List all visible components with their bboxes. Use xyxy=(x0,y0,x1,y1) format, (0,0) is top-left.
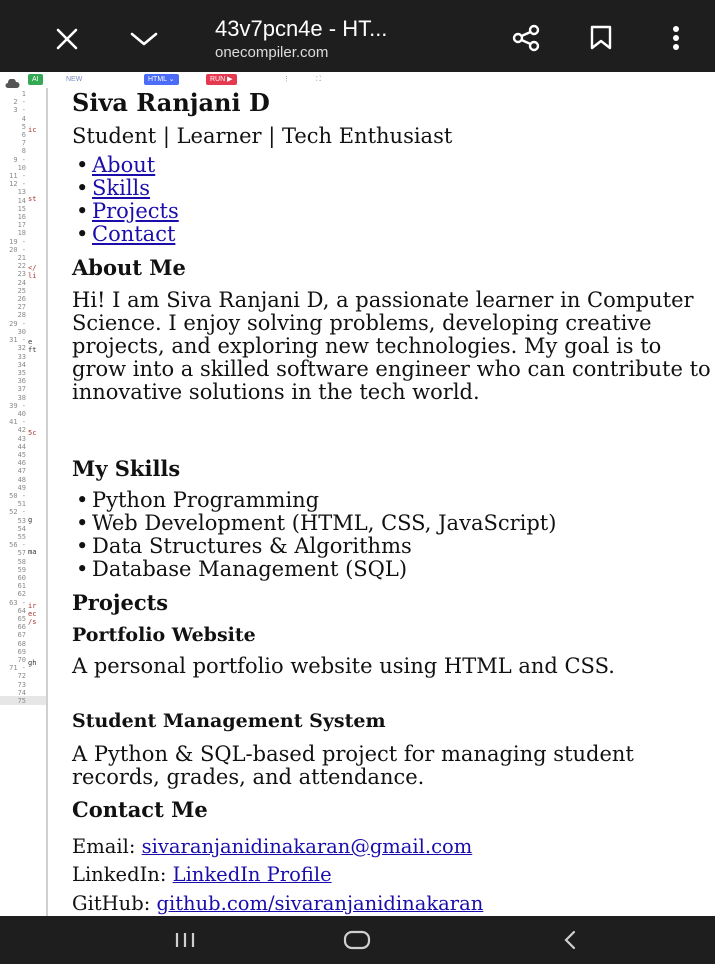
home-icon[interactable] xyxy=(332,916,382,964)
page-title: Siva Ranjani D xyxy=(72,88,270,117)
fullscreen-icon[interactable]: ⛶ xyxy=(316,74,321,85)
recent-apps-icon[interactable] xyxy=(160,916,210,964)
code-fragment: g xyxy=(28,516,33,524)
back-icon[interactable] xyxy=(545,916,595,964)
contact-github: GitHub: github.com/sivaranjanidinakaran xyxy=(72,892,484,915)
new-button[interactable]: NEW xyxy=(66,74,82,85)
editor-toolbar: AI NEW HTML ⌄ RUN ▶ ⋮ ⛶ xyxy=(0,72,715,88)
project-description: A personal portfolio website using HTML … xyxy=(72,654,615,678)
linkedin-link[interactable]: LinkedIn Profile xyxy=(173,863,332,886)
tagline: Student | Learner | Tech Enthusiast xyxy=(72,124,453,148)
code-fragment: ma xyxy=(28,548,37,556)
code-fragment: ic xyxy=(28,126,37,134)
project-description: A Python & SQL-based project for managin… xyxy=(72,742,634,789)
browser-top-bar: 43v7pcn4e - HT... onecompiler.com xyxy=(0,0,715,72)
browser-url[interactable]: onecompiler.com xyxy=(215,44,328,61)
code-fragment: st xyxy=(28,195,37,203)
nav-item: • Skills xyxy=(76,176,151,200)
email-link[interactable]: sivaranjanidinakaran@gmail.com xyxy=(142,835,473,858)
more-icon[interactable]: ⋮ xyxy=(283,74,290,85)
code-fragment: e ft xyxy=(28,338,37,354)
skills-list: • Python Programming • Web Development (HT… xyxy=(76,489,556,581)
project-title: Portfolio Website xyxy=(72,624,256,646)
nav-item: • Contact xyxy=(76,222,176,246)
code-fragment: ir ec/s xyxy=(28,602,37,626)
play-icon: ▶ xyxy=(227,76,233,83)
skill-item: • Data Structures & Algorithms xyxy=(76,534,412,558)
nav-link-about[interactable]: About xyxy=(92,153,155,177)
contact-heading: Contact Me xyxy=(72,797,208,822)
system-nav-bar xyxy=(0,916,715,964)
html-preview[interactable]: Siva Ranjani D Student | Learner | Tech … xyxy=(58,88,715,916)
line-numbers: 1 2 - 3 - 4 5 6 7 8 9 - 10 11 - 12 - 13 … xyxy=(9,90,26,706)
projects-heading: Projects xyxy=(72,590,169,615)
chevron-down-icon[interactable] xyxy=(124,22,164,56)
code-gutter[interactable]: 1 2 - 3 - 4 5 6 7 8 9 - 10 11 - 12 - 13 … xyxy=(0,88,48,916)
nav-link-contact[interactable]: Contact xyxy=(92,222,175,246)
contact-linkedin: LinkedIn: LinkedIn Profile xyxy=(72,863,332,886)
nav-item: • About xyxy=(76,153,156,177)
gutter-divider xyxy=(46,88,48,916)
nav-link-skills[interactable]: Skills xyxy=(92,176,150,200)
code-fragment: 5c xyxy=(28,429,37,437)
nav-link-projects[interactable]: Projects xyxy=(92,199,179,223)
share-icon[interactable] xyxy=(508,20,544,56)
github-link[interactable]: github.com/sivaranjanidinakaran xyxy=(156,892,483,915)
more-vert-icon[interactable] xyxy=(664,20,688,56)
skill-item: • Database Management (SQL) xyxy=(76,557,408,581)
contact-email: Email: sivaranjanidinakaran@gmail.com xyxy=(72,835,473,858)
skills-heading: My Skills xyxy=(72,456,181,481)
about-heading: About Me xyxy=(72,255,186,280)
nav-item: • Projects xyxy=(76,199,179,223)
nav-list: • About • Skills • Projects • Contact xyxy=(76,154,179,246)
run-button[interactable]: RUN ▶ xyxy=(206,74,237,85)
close-icon[interactable] xyxy=(50,22,84,56)
bookmark-icon[interactable] xyxy=(584,20,618,56)
code-fragment: gh xyxy=(28,659,37,667)
code-fragment: </li xyxy=(28,264,37,280)
chevron-down-icon: ⌄ xyxy=(168,76,175,83)
skill-item: • Web Development (HTML, CSS, JavaScript) xyxy=(76,511,557,535)
ai-button[interactable]: AI xyxy=(28,74,43,85)
browser-tab-title[interactable]: 43v7pcn4e - HT... xyxy=(215,16,387,42)
language-select[interactable]: HTML ⌄ xyxy=(144,74,179,85)
about-text: Hi! I am Siva Ranjani D, a passionate le… xyxy=(72,288,711,404)
skill-item: • Python Programming xyxy=(76,488,320,512)
project-title: Student Management System xyxy=(72,710,386,732)
